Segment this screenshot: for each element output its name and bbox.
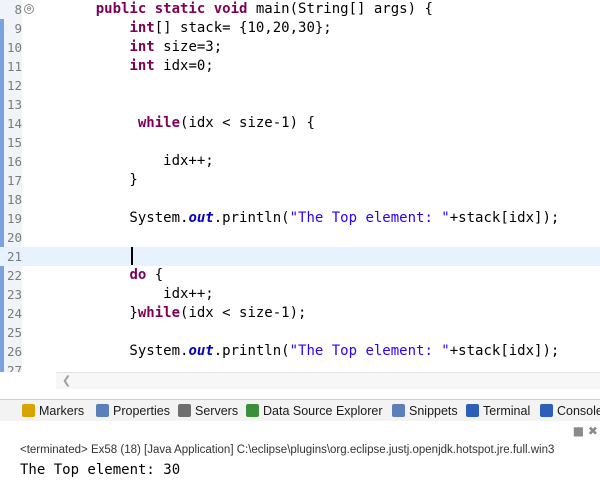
code-text: do {	[129, 267, 164, 283]
markers-icon	[22, 404, 35, 417]
code-line[interactable]: 17 }	[0, 171, 600, 190]
line-number: 10	[6, 40, 22, 55]
code-line[interactable]: 12	[0, 76, 600, 95]
code-line[interactable]: 23 idx++;	[0, 285, 600, 304]
code-line[interactable]: 14 while(idx < size-1) {	[0, 114, 600, 133]
tab-label: Markers	[39, 404, 85, 418]
code-text: public static void main(String[] args) {	[95, 1, 433, 17]
line-number: 17	[6, 173, 22, 188]
line-number: 20	[6, 230, 22, 245]
code-line[interactable]: 25	[0, 323, 600, 342]
tab-label: Properties	[113, 404, 170, 418]
horizontal-scrollbar[interactable]: ❮	[56, 372, 600, 389]
code-line[interactable]: 16 idx++;	[0, 152, 600, 171]
code-line[interactable]: 20	[0, 228, 600, 247]
code-text: while(idx < size-1) {	[137, 115, 315, 131]
code-text: }	[62, 172, 138, 188]
tab-label: Terminal	[483, 404, 531, 418]
console-toolbar-icons[interactable]: ■ ✖	[573, 424, 598, 438]
code-text: }while(idx < size-1);	[62, 305, 307, 321]
tab-data-source-explorer[interactable]: Data Source Explorer	[246, 402, 383, 420]
data-source-icon	[246, 404, 259, 417]
code-line[interactable]: 22 do {	[0, 266, 600, 285]
line-number: 15	[6, 135, 22, 150]
properties-icon	[96, 404, 109, 417]
line-number: 22	[6, 268, 22, 283]
code-line[interactable]: 26 System.out.println("The Top element: …	[0, 342, 600, 361]
line-number: 14	[6, 116, 22, 131]
tab-label: Servers	[195, 404, 239, 418]
line-number: 26	[6, 344, 22, 359]
code-line[interactable]: 19 System.out.println("The Top element: …	[0, 209, 600, 228]
line-number: 9	[14, 21, 22, 36]
console-output: The Top element: 30	[20, 462, 181, 478]
tab-snippets[interactable]: Snippets	[392, 402, 458, 420]
tab-label: Data Source Explorer	[263, 404, 383, 418]
fold-collapse-icon[interactable]: ⊖	[24, 4, 34, 14]
scroll-left-icon[interactable]: ❮	[62, 374, 71, 387]
code-editor[interactable]: 8 ⊖ public static void main(String[] args…	[0, 0, 600, 372]
bottom-panel-tabs: Markers Properties Servers Data Source Expl…	[0, 399, 600, 422]
tab-label: Snippets	[409, 404, 458, 418]
code-line[interactable]: 13	[0, 95, 600, 114]
code-text: int[] stack= {10,20,30};	[129, 20, 332, 36]
line-number: 21	[6, 249, 22, 264]
code-line[interactable]: 10 int size=3;	[0, 38, 600, 57]
snippets-icon	[392, 404, 405, 417]
code-text: idx++;	[62, 286, 214, 302]
code-line[interactable]: 15	[0, 133, 600, 152]
console-status: <terminated> Ex58 (18) [Java Application…	[20, 444, 555, 456]
tab-servers[interactable]: Servers	[178, 402, 238, 420]
line-number: 25	[6, 325, 22, 340]
tab-label: Console	[557, 404, 600, 418]
code-line[interactable]: 9 int[] stack= {10,20,30};	[0, 19, 600, 38]
servers-icon	[178, 404, 191, 417]
text-cursor	[131, 247, 133, 265]
line-number: 12	[6, 78, 22, 93]
code-line[interactable]: 21	[0, 247, 600, 266]
line-number: 11	[6, 59, 22, 74]
code-text: System.out.println("The Top element: "+s…	[62, 343, 560, 359]
line-number: 18	[6, 192, 22, 207]
code-line[interactable]: 24 }while(idx < size-1);	[0, 304, 600, 323]
code-line[interactable]: 8 ⊖ public static void main(String[] args…	[0, 0, 600, 19]
code-line[interactable]: 27	[0, 361, 600, 372]
line-number: 13	[6, 97, 22, 112]
line-number: 27	[6, 363, 22, 372]
tab-markers[interactable]: Markers	[22, 402, 84, 420]
line-number: 23	[6, 287, 22, 302]
code-line[interactable]: 18	[0, 190, 600, 209]
console-toolbar: ■ ✖	[0, 421, 600, 441]
code-text: int idx=0;	[129, 58, 214, 74]
code-text: int size=3;	[129, 39, 223, 55]
tab-properties[interactable]: Properties	[96, 402, 170, 420]
tab-console[interactable]: Console	[540, 402, 600, 420]
terminal-icon	[466, 404, 479, 417]
line-number: 16	[6, 154, 22, 169]
line-number: 24	[6, 306, 22, 321]
console-icon	[540, 404, 553, 417]
code-text: idx++;	[62, 153, 214, 169]
code-text: System.out.println("The Top element: "+s…	[62, 210, 560, 226]
line-number: 8	[14, 2, 22, 17]
line-number: 19	[6, 211, 22, 226]
tab-terminal[interactable]: Terminal	[466, 402, 530, 420]
code-line[interactable]: 11 int idx=0;	[0, 57, 600, 76]
